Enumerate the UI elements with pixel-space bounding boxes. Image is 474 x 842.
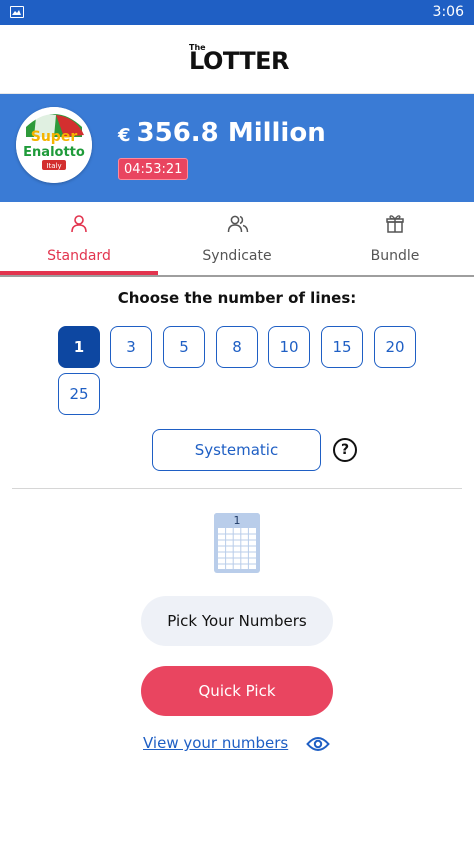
app-header: The LOTTER bbox=[0, 25, 474, 94]
draw-countdown: 04:53:21 bbox=[118, 158, 189, 180]
line-option-10[interactable]: 10 bbox=[268, 326, 310, 368]
jackpot-amount: €356.8 Million bbox=[118, 118, 326, 148]
eye-icon[interactable] bbox=[306, 735, 330, 753]
tab-standard[interactable]: Standard bbox=[0, 202, 158, 277]
tab-bundle[interactable]: Bundle bbox=[316, 202, 474, 277]
help-icon[interactable]: ? bbox=[333, 438, 357, 462]
line-option-8[interactable]: 8 bbox=[216, 326, 258, 368]
line-option-1[interactable]: 1 bbox=[58, 326, 100, 368]
play-type-tabs: Standard Syndicate Bundle bbox=[0, 202, 474, 277]
status-time: 3:06 bbox=[432, 4, 464, 20]
status-bar: 3:06 bbox=[0, 0, 474, 25]
image-icon bbox=[10, 6, 24, 18]
line-option-15[interactable]: 15 bbox=[321, 326, 363, 368]
ticket-icon[interactable]: 1 bbox=[213, 512, 261, 574]
tab-syndicate[interactable]: Syndicate bbox=[158, 202, 316, 277]
logo-lotter: LOTTER bbox=[189, 47, 290, 75]
lines-title: Choose the number of lines: bbox=[117, 289, 357, 307]
line-option-3[interactable]: 3 bbox=[110, 326, 152, 368]
ticket-number: 1 bbox=[234, 514, 241, 527]
tab-syndicate-label: Syndicate bbox=[202, 248, 272, 264]
gift-icon bbox=[385, 214, 405, 234]
logo-line1: Super bbox=[31, 129, 78, 145]
active-tab-indicator bbox=[0, 271, 158, 275]
systematic-button[interactable]: Systematic bbox=[152, 429, 321, 471]
view-your-numbers-link[interactable]: View your numbers bbox=[143, 734, 288, 752]
pick-your-numbers-button[interactable]: Pick Your Numbers bbox=[141, 596, 333, 646]
quick-pick-button[interactable]: Quick Pick bbox=[141, 666, 333, 716]
lottery-hero: Super Enalotto Italy €356.8 Million bbox=[0, 94, 474, 202]
currency-symbol: € bbox=[118, 125, 131, 146]
tab-standard-label: Standard bbox=[47, 248, 111, 264]
user-icon bbox=[69, 214, 89, 234]
line-option-20[interactable]: 20 bbox=[374, 326, 416, 368]
line-option-5[interactable]: 5 bbox=[163, 326, 205, 368]
users-icon bbox=[227, 214, 249, 234]
superenalotto-logo: Super Enalotto Italy bbox=[16, 107, 92, 183]
jackpot-value: 356.8 Million bbox=[136, 118, 326, 148]
thelotter-logo[interactable]: The LOTTER bbox=[189, 42, 290, 78]
logo-line2: Enalotto bbox=[23, 145, 85, 160]
line-option-25[interactable]: 25 bbox=[58, 373, 100, 415]
section-divider bbox=[12, 488, 462, 489]
tab-bundle-label: Bundle bbox=[370, 248, 420, 264]
logo-line3: Italy bbox=[46, 162, 61, 170]
